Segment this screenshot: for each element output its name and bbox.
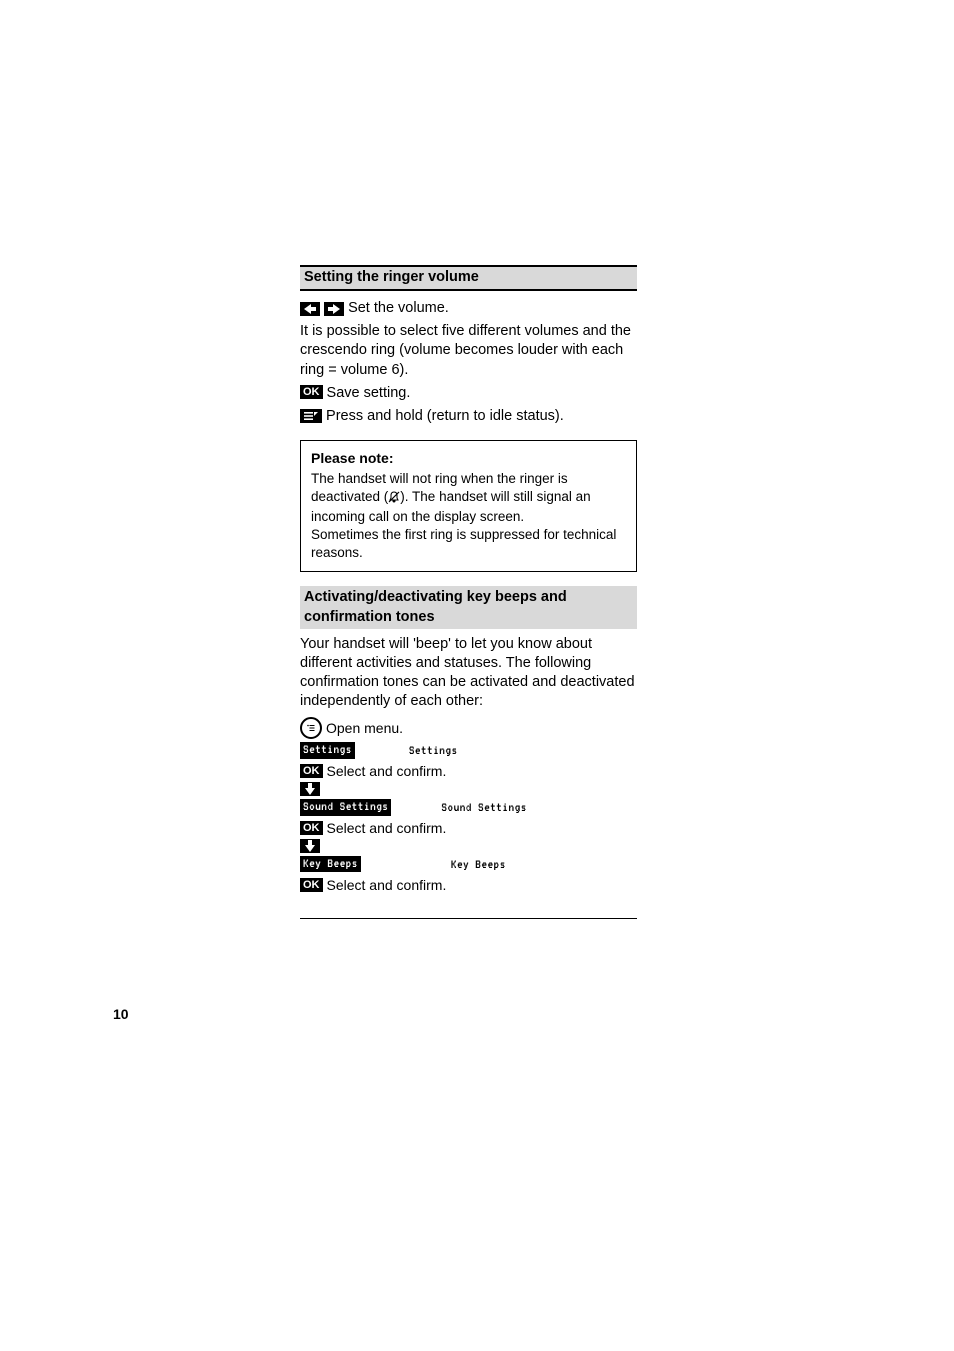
back-hold-line: Press and hold (return to idle status). [300,407,637,426]
volume-options-text: It is possible to select five different … [300,322,637,379]
select-confirm-1: Select and confirm. [327,762,447,780]
ok-line-1: OK Select and confirm. [300,762,637,780]
ok-key-icon-4: OK [300,878,323,892]
ok-key-icon: OK [300,385,323,399]
ok-save-text: Save setting. [327,385,411,401]
subsection-heading: Activating/deactivating key beeps and co… [300,586,637,628]
key-beeps-inverse-label: Key Beeps [300,856,361,872]
open-menu-text: Open menu. [326,719,403,737]
note-line-1: The handset will not ring when the ringe… [311,470,626,525]
sound-settings-inverse-label: Sound Settings [300,799,391,815]
select-confirm-3: Select and confirm. [327,876,447,894]
footer-rule [300,918,637,919]
back-key-icon [300,409,322,423]
down-line-1 [300,782,637,796]
set-volume-line: Set the volume. [300,299,637,318]
back-hold-text: Press and hold (return to idle status). [326,408,564,424]
ok-line-2: OK Select and confirm. [300,819,637,837]
settings-line: Settings Settings [300,741,637,759]
section-heading-text: Setting the ringer volume [300,267,637,289]
down-arrow-key-icon-1 [300,782,320,796]
ok-save-line: OK Save setting. [300,384,637,403]
settings-plain-label: Settings [409,741,458,759]
key-beeps-plain-label: Key Beeps [451,855,506,873]
down-line-2 [300,839,637,853]
sound-settings-plain-label: Sound Settings [441,798,526,816]
note-line-2: Sometimes the first ring is suppressed f… [311,526,626,562]
set-volume-text: Set the volume. [348,300,449,316]
note-box: Please note: The handset will not ring w… [300,440,637,573]
settings-inverse-label: Settings [300,742,355,758]
select-confirm-2: Select and confirm. [327,819,447,837]
body2-p1: Your handset will 'beep' to let you know… [300,635,637,712]
sound-settings-line: Sound Settings Sound Settings [300,798,637,816]
page-number: 10 [113,1005,129,1023]
right-arrow-key-icon [324,302,344,316]
key-beeps-line: Key Beeps Key Beeps [300,855,637,873]
ok-key-icon-2: OK [300,764,323,778]
ok-key-icon-3: OK [300,821,323,835]
open-menu-line: Open menu. [300,717,637,739]
down-arrow-key-icon-2 [300,839,320,853]
menu-button-icon [300,717,322,739]
ok-line-3: OK Select and confirm. [300,876,637,894]
left-arrow-key-icon [300,302,320,316]
section-heading: Setting the ringer volume [300,265,637,291]
menu-steps: Open menu. Settings Settings OK Select a… [300,717,637,894]
bell-off-icon [388,490,400,508]
note-title: Please note: [311,449,626,467]
